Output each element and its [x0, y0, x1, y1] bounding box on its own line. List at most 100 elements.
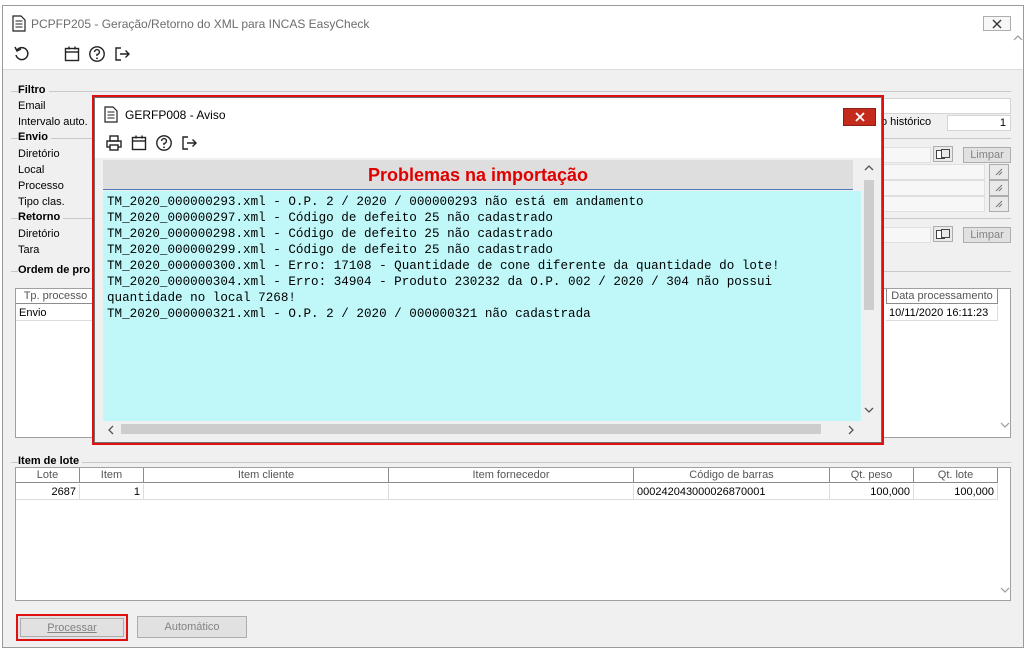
processar-button-frame[interactable]: Processar: [16, 614, 128, 641]
scroll-up-icon[interactable]: [1013, 34, 1023, 42]
retorno-tara-label: Tara: [18, 244, 40, 256]
envio-processo-field[interactable]: [881, 180, 985, 196]
ordem-legend: Ordem de pro: [18, 264, 94, 276]
log-line: TM_2020_000000304.xml - Erro: 34904 - Pr…: [107, 275, 773, 289]
close-icon: [992, 19, 1002, 28]
historico-label: o histórico: [881, 116, 932, 128]
envio-limpar-button[interactable]: Limpar: [963, 147, 1011, 163]
calendar-icon[interactable]: [130, 134, 148, 152]
envio-processo-label: Processo: [18, 180, 64, 192]
folder-icon: [936, 148, 950, 159]
retorno-limpar-button[interactable]: Limpar: [963, 227, 1011, 243]
scroll-down-icon[interactable]: [1000, 421, 1010, 429]
dialog-title: GERFP008 - Aviso: [125, 108, 226, 122]
col-lote[interactable]: Lote: [16, 468, 80, 483]
refresh-icon[interactable]: [13, 45, 31, 63]
lookup-icon: [995, 200, 1003, 208]
row-item-cliente[interactable]: [144, 484, 389, 500]
scroll-right-icon[interactable]: [847, 425, 855, 435]
col-qt-peso[interactable]: Qt. peso: [830, 468, 914, 483]
aviso-dialog-frame: GERFP008 - Aviso Problemas na importação…: [94, 97, 882, 443]
scroll-up-icon[interactable]: [864, 164, 874, 172]
log-line: TM_2020_000000298.xml - Código de defeit…: [107, 227, 553, 241]
col-qt-lote[interactable]: Qt. lote: [914, 468, 998, 483]
dialog-horizontal-scrollbar[interactable]: [103, 421, 861, 437]
row-item-fornecedor[interactable]: [389, 484, 634, 500]
item-lote-grid[interactable]: Lote Item Item cliente Item fornecedor C…: [15, 467, 1011, 601]
retorno-diretorio-field[interactable]: [881, 227, 931, 243]
envio-diretorio-label: Diretório: [18, 148, 60, 160]
window-title: PCPFP205 - Geração/Retorno do XML para I…: [31, 17, 370, 31]
dialog-vertical-scrollbar[interactable]: [861, 160, 877, 421]
main-titlebar: PCPFP205 - Geração/Retorno do XML para I…: [3, 6, 1023, 38]
envio-tipo-clas-field[interactable]: [881, 196, 985, 212]
row-lote[interactable]: 2687: [16, 484, 80, 500]
log-line: TM_2020_000000300.xml - Erro: 17108 - Qu…: [107, 259, 780, 273]
retorno-legend: Retorno: [18, 211, 64, 223]
processar-button[interactable]: Processar: [20, 618, 124, 637]
email-field[interactable]: [883, 98, 1011, 114]
retorno-diretorio-label: Diretório: [18, 228, 60, 240]
scroll-left-icon[interactable]: [107, 425, 115, 435]
email-label: Email: [18, 100, 46, 112]
envio-legend: Envio: [18, 131, 51, 143]
envio-local-field[interactable]: [881, 164, 985, 180]
envio-tipo-clas-lookup-button[interactable]: [989, 196, 1009, 212]
close-icon: [854, 112, 865, 122]
envio-processo-lookup-button[interactable]: [989, 180, 1009, 196]
lookup-icon: [995, 168, 1003, 176]
help-icon[interactable]: [155, 134, 173, 152]
exit-icon[interactable]: [113, 45, 131, 63]
dialog-close-button[interactable]: [843, 108, 876, 126]
col-item-fornecedor[interactable]: Item fornecedor: [389, 468, 634, 483]
envio-local-lookup-button[interactable]: [989, 164, 1009, 180]
row-item[interactable]: 1: [80, 484, 144, 500]
filtro-divider: [11, 91, 1011, 92]
envio-diretorio-field[interactable]: [881, 147, 931, 163]
main-scroll-strip: [1013, 26, 1023, 626]
intervalo-label: Intervalo auto.: [18, 116, 88, 128]
lookup-icon: [995, 184, 1003, 192]
col-data-processamento[interactable]: Data processamento: [886, 289, 998, 304]
log-line: TM_2020_000000293.xml - O.P. 2 / 2020 / …: [107, 195, 644, 209]
retorno-folder-button[interactable]: [933, 226, 953, 242]
col-item-cliente[interactable]: Item cliente: [144, 468, 389, 483]
row-qt-lote[interactable]: 100,000: [914, 484, 998, 500]
scroll-down-icon[interactable]: [864, 406, 874, 414]
row-qt-peso[interactable]: 100,000: [830, 484, 914, 500]
dialog-banner-text: Problemas na importação: [367, 165, 589, 185]
item-lote-divider: [11, 462, 1011, 463]
row-codigo-barras[interactable]: 000242043000026870001: [634, 484, 830, 500]
dialog-log-textarea[interactable]: TM_2020_000000293.xml - O.P. 2 / 2020 / …: [103, 191, 861, 421]
log-line: TM_2020_000000321.xml - O.P. 2 / 2020 / …: [107, 307, 591, 321]
dialog-vscroll-thumb[interactable]: [864, 180, 874, 310]
dialog-banner: Problemas na importação: [103, 160, 853, 190]
scroll-down-icon[interactable]: [1000, 586, 1010, 594]
dialog-titlebar: GERFP008 - Aviso: [95, 98, 881, 128]
help-icon[interactable]: [88, 45, 106, 63]
exit-icon[interactable]: [180, 134, 198, 152]
folder-icon: [936, 228, 950, 239]
col-tp-processo[interactable]: Tp. processo: [16, 289, 96, 304]
calendar-icon[interactable]: [63, 45, 81, 63]
main-close-button[interactable]: [983, 16, 1011, 31]
document-icon: [12, 15, 26, 32]
log-line: TM_2020_000000297.xml - Código de defeit…: [107, 211, 553, 225]
aviso-dialog: GERFP008 - Aviso Problemas na importação…: [92, 95, 884, 445]
ordem-row-tp-processo[interactable]: Envio: [16, 305, 96, 321]
ordem-row-data[interactable]: 10/11/2020 16:11:23: [886, 305, 998, 321]
envio-tipo-clas-label: Tipo clas.: [18, 196, 65, 208]
envio-folder-button[interactable]: [933, 146, 953, 162]
col-codigo-barras[interactable]: Código de barras: [634, 468, 830, 483]
log-line: TM_2020_000000299.xml - Código de defeit…: [107, 243, 553, 257]
print-icon[interactable]: [105, 134, 123, 152]
automatico-button[interactable]: Automático: [137, 616, 247, 638]
dialog-hscroll-thumb[interactable]: [121, 424, 821, 434]
main-toolbar: [3, 38, 1023, 70]
filtro-legend: Filtro: [18, 84, 49, 96]
historico-field[interactable]: 1: [947, 115, 1011, 131]
dialog-toolbar: [95, 128, 881, 158]
document-icon: [104, 106, 118, 123]
col-item[interactable]: Item: [80, 468, 144, 483]
log-line: quantidade no local 7268!: [107, 291, 296, 305]
